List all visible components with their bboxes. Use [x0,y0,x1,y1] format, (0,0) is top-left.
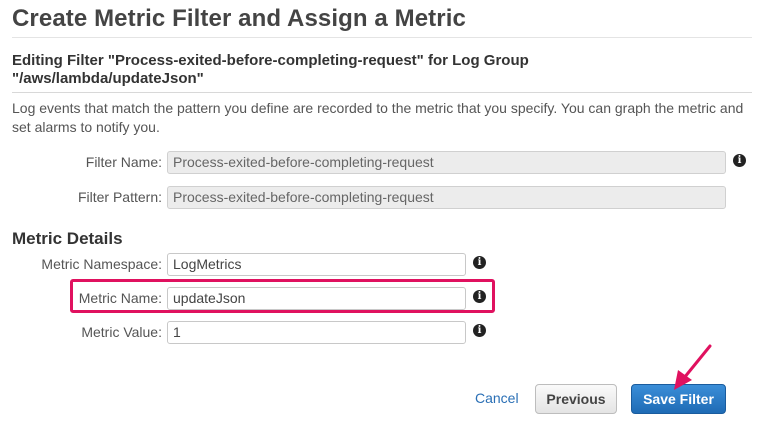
filter-name-field: Process-exited-before-completing-request [167,151,726,174]
metric-namespace-input[interactable]: LogMetrics [167,253,466,276]
metric-details-heading: Metric Details [12,229,123,248]
metric-value-label: Metric Value: [81,324,162,340]
info-icon[interactable]: i [473,256,486,269]
filter-pattern-label: Filter Pattern: [77,189,162,205]
info-icon[interactable]: i [733,154,746,167]
metric-name-label: Metric Name: [78,290,162,306]
page-title: Create Metric Filter and Assign a Metric [12,5,466,32]
create-metric-filter-page: Create Metric Filter and Assign a Metric… [0,0,757,425]
info-icon[interactable]: i [473,290,486,303]
filter-pattern-field: Process-exited-before-completing-request [167,186,726,209]
subtitle-divider [12,92,752,93]
filter-name-label: Filter Name: [85,154,162,170]
editing-filter-subtitle: Editing Filter "Process-exited-before-co… [12,52,529,87]
title-divider [12,37,752,38]
metric-value-input[interactable]: 1 [167,321,466,344]
arrow-icon [674,344,712,390]
previous-button[interactable]: Previous [535,384,617,414]
cancel-link[interactable]: Cancel [475,390,519,406]
metric-name-input[interactable]: updateJson [167,287,466,310]
info-icon[interactable]: i [473,324,486,337]
description-text: Log events that match the pattern you de… [12,100,744,135]
metric-namespace-label: Metric Namespace: [41,256,162,272]
